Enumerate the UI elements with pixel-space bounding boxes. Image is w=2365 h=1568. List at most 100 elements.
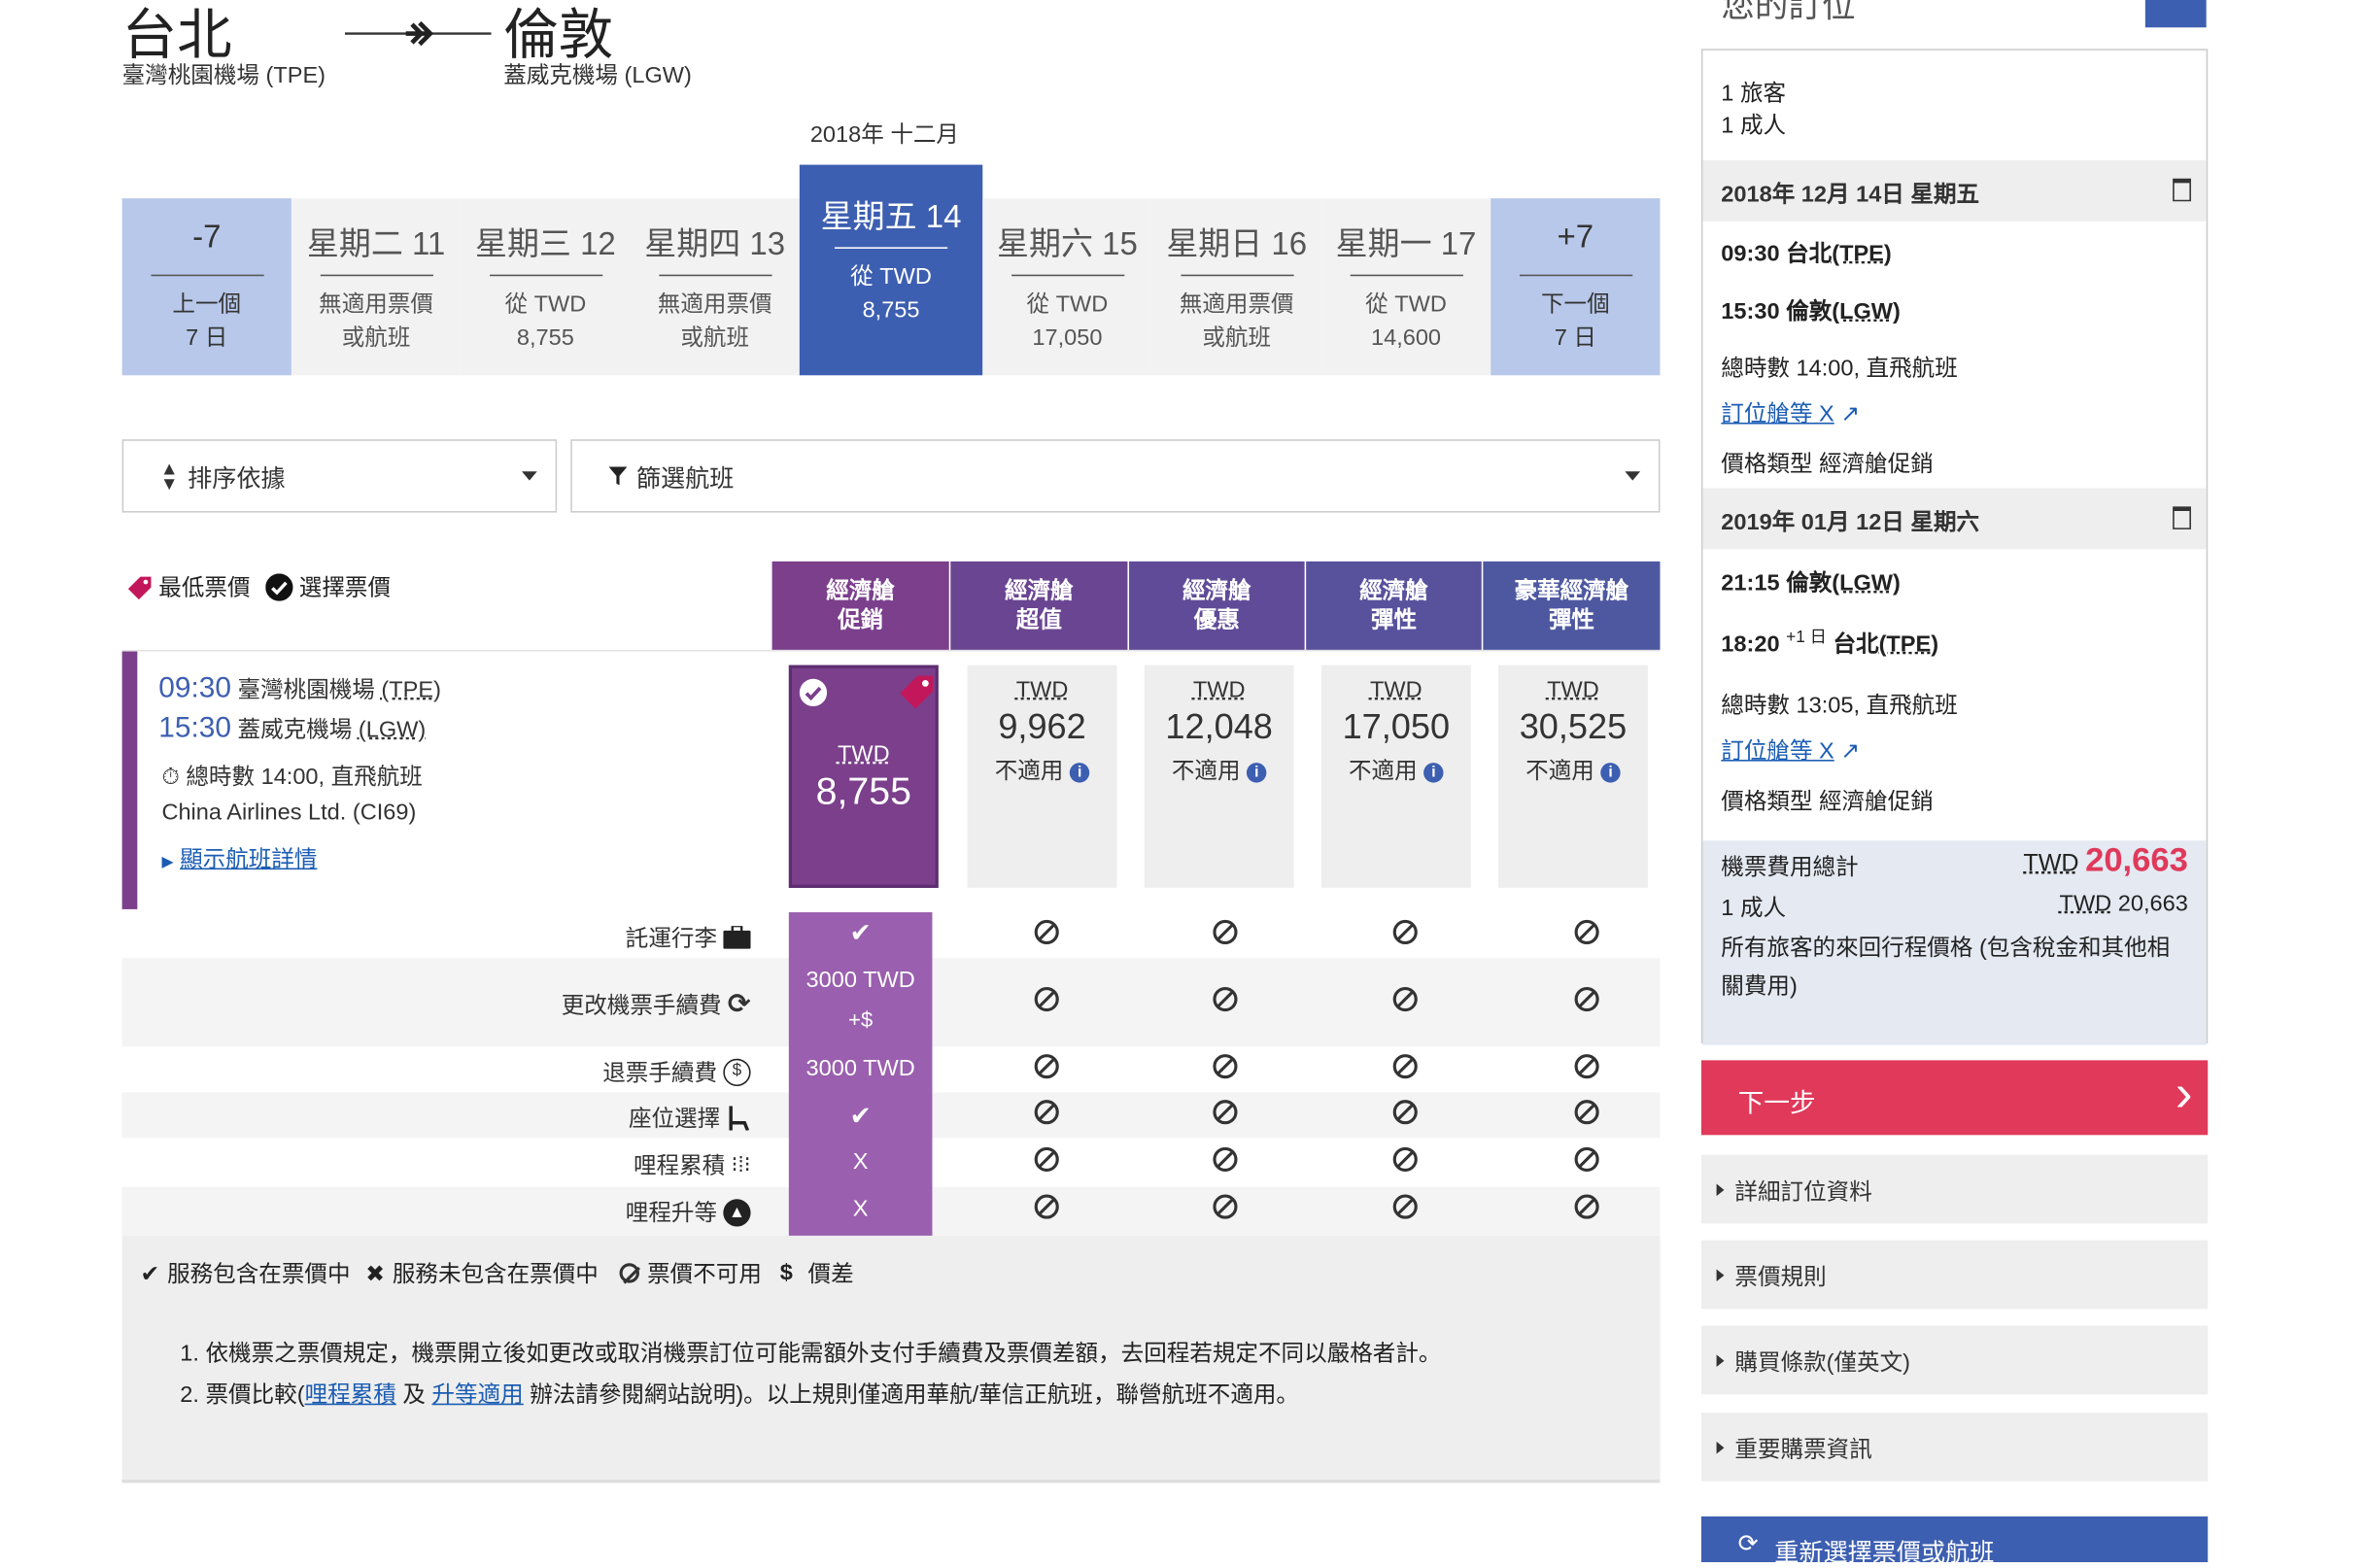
info-icon[interactable]: i (1247, 762, 1266, 781)
not-available-icon (1393, 1147, 1418, 1172)
service-mileage-upgrade: 哩程升等 ▲ (626, 1196, 751, 1228)
not-available-icon (1213, 920, 1237, 944)
not-available-icon (1035, 1054, 1059, 1078)
flight-details-link[interactable]: ▶ 顯示航班詳情 (161, 842, 317, 874)
adult-price: TWD 20,663 (2060, 891, 2188, 917)
not-available-icon (1393, 1100, 1418, 1124)
departure-line: 09:30 臺灣桃園機場 (TPE) (158, 673, 441, 707)
not-available-icon (1035, 1195, 1059, 1219)
trash-icon[interactable] (2173, 179, 2191, 202)
fare-option-premium-flex[interactable]: TWD 30,525 不適用 i (1498, 665, 1648, 888)
change-fee-value: 3000 TWD (789, 968, 933, 994)
baggage-included: ✔ (789, 918, 933, 948)
service-mileage-accrual: 哩程累積 ⁝⁞⁝ (634, 1148, 751, 1180)
next-step-button[interactable]: 下一步 › (1701, 1060, 2208, 1135)
carrier: China Airlines Ltd. (CI69) (161, 800, 416, 826)
refresh-icon: ⟳ (1738, 1528, 1759, 1558)
price-tag-icon (896, 671, 936, 711)
refund-icon: $ (723, 1058, 750, 1085)
collapse-panel-button[interactable] (2145, 0, 2207, 27)
prev-week-button[interactable]: -7 上一個 7 日 (122, 198, 291, 375)
sort-icon: ▲ ▼ (160, 460, 179, 491)
date-cell[interactable]: 星期二 11 無適用票價 或航班 (291, 198, 461, 375)
not-available-icon (1213, 1195, 1237, 1219)
date-cell[interactable]: 星期六 15 從 TWD 17,050 (982, 198, 1151, 375)
outbound-departure: 09:30 台北(TPE) (1721, 236, 1891, 268)
outbound-header: 2018年 12月 14日 星期五 (1702, 160, 2206, 222)
filter-select[interactable]: 篩選航班 (570, 439, 1660, 512)
return-departure: 21:15 倫敦(LGW) (1721, 566, 1901, 598)
not-available-icon (1575, 1195, 1599, 1219)
not-available-icon (1575, 920, 1599, 944)
fare-services-table: 託運行李 更改機票手續費 ⟳ 退票手續費 $ 座位選擇 哩程累積 ⁝⁞⁝ 哩程升… (122, 909, 1661, 1236)
info-icon[interactable]: i (1423, 762, 1443, 781)
booking-summary: 1 旅客 1 成人 2018年 12月 14日 星期五 09:30 台北(TPE… (1701, 49, 2208, 1043)
not-available-icon (1213, 1054, 1237, 1078)
fare-legend: 最低票價 選擇票價 (125, 570, 391, 602)
fare-option-economy-saver[interactable]: TWD 12,048 不適用 i (1145, 665, 1294, 888)
dollar-icon: $ (780, 1260, 793, 1286)
not-available-icon (1213, 1100, 1237, 1124)
fare-notes: ✔ 服務包含在票價中 ✖ 服務未包含在票價中 票價不可用 $ 價差 1. 依機票… (122, 1236, 1661, 1483)
service-seat-selection: 座位選擇 (629, 1102, 751, 1134)
date-cell[interactable]: 星期三 12 從 TWD 8,755 (461, 198, 630, 375)
traveler-count: 1 旅客 (1721, 77, 1786, 109)
arrival-line: 15:30 蓋威克機場 (LGW) (158, 712, 426, 746)
month-label: 2018年 十二月 (810, 118, 959, 150)
chevron-down-icon (1625, 471, 1640, 480)
not-available-icon (1575, 1100, 1599, 1124)
fare-header-economy-flex: 經濟艙 彈性 (1306, 562, 1482, 650)
mileage-accrual-link[interactable]: 哩程累積 (305, 1382, 396, 1409)
sort-select[interactable]: ▲ ▼ 排序依據 (122, 439, 558, 512)
total-price: TWD 20,663 (2023, 840, 2187, 880)
not-available-icon (1213, 1147, 1237, 1172)
return-duration: 總時數 13:05, 直飛航班 (1721, 688, 1957, 720)
accordion-booking-details[interactable]: 詳細訂位資料 (1701, 1155, 2208, 1224)
filter-icon (609, 467, 628, 486)
date-cell-selected[interactable]: 星期五 14 從 TWD 8,755 (800, 165, 982, 376)
origin-airport: 臺灣桃園機場 (TPE) (122, 58, 326, 90)
not-available-icon (1035, 1147, 1059, 1172)
upgrade-link[interactable]: 升等適用 (431, 1382, 523, 1409)
date-top: -7 (122, 220, 291, 256)
stopwatch-icon: ⏱ (161, 765, 179, 791)
reselect-fare-button[interactable]: ⟳ 重新選擇票價或航班 (1701, 1517, 2208, 1562)
outbound-duration: 總時數 14:00, 直飛航班 (1721, 351, 1957, 383)
change-fee-diff: +$ (789, 1006, 933, 1031)
info-icon[interactable]: i (1070, 762, 1089, 781)
caret-right-icon: ▶ (161, 854, 173, 870)
booking-summary-title: 您的訂位 (1721, 0, 1855, 27)
legend-lowest: 最低票價 (158, 570, 250, 602)
accordion-important-info[interactable]: 重要購票資訊 (1701, 1413, 2208, 1482)
mileage-excluded: X (789, 1148, 933, 1175)
luggage-icon (723, 926, 750, 949)
accordion-fare-rules[interactable]: 票價規則 (1701, 1241, 2208, 1310)
return-class-link[interactable]: 訂位艙等 X ↗ (1721, 733, 1860, 766)
refresh-icon: ⟳ (728, 989, 751, 1021)
external-link-icon: ↗ (1840, 401, 1860, 427)
seat-included: ✔ (789, 1102, 933, 1132)
fare-option-economy-value[interactable]: TWD 9,962 不適用 i (968, 665, 1117, 888)
outbound-fare-type: 價格類型 經濟艙促銷 (1721, 447, 1934, 479)
trash-icon[interactable] (2173, 506, 2191, 529)
date-selector: -7 上一個 7 日 星期二 11 無適用票價 或航班 星期三 12 從 TWD… (122, 198, 1661, 375)
not-available-icon (1575, 1147, 1599, 1172)
service-baggage: 託運行李 (626, 921, 751, 953)
dest-airport: 蓋威克機場 (LGW) (503, 58, 692, 90)
date-cell[interactable]: 星期日 16 無適用票價 或航班 (1152, 198, 1321, 375)
service-refund-fee: 退票手續費 $ (602, 1056, 750, 1088)
next-week-button[interactable]: +7 下一個 7 日 (1491, 198, 1660, 375)
date-cell[interactable]: 星期四 13 無適用票價 或航班 (631, 198, 800, 375)
note-2: 2. 票價比較(哩程累積 及 升等適用 辦法請參閱網站說明)。以上規則僅適用華航… (180, 1378, 1299, 1410)
fare-option-economy-flex[interactable]: TWD 17,050 不適用 i (1321, 665, 1471, 888)
outbound-class-link[interactable]: 訂位艙等 X ↗ (1721, 396, 1860, 428)
price-tag-icon (125, 573, 153, 600)
date-cell[interactable]: 星期一 17 從 TWD 14,600 (1321, 198, 1491, 375)
return-arrival: 18:20 +1 日 台北(TPE) (1721, 624, 1938, 659)
accordion-purchase-terms[interactable]: 購買條款(僅英文) (1701, 1326, 2208, 1395)
check-circle-icon (265, 573, 292, 600)
info-icon[interactable]: i (1600, 762, 1620, 781)
not-available-icon (1575, 987, 1599, 1011)
chevron-right-icon: › (2176, 1067, 2193, 1122)
fare-option-economy-promo[interactable]: TWD 8,755 (789, 665, 939, 888)
